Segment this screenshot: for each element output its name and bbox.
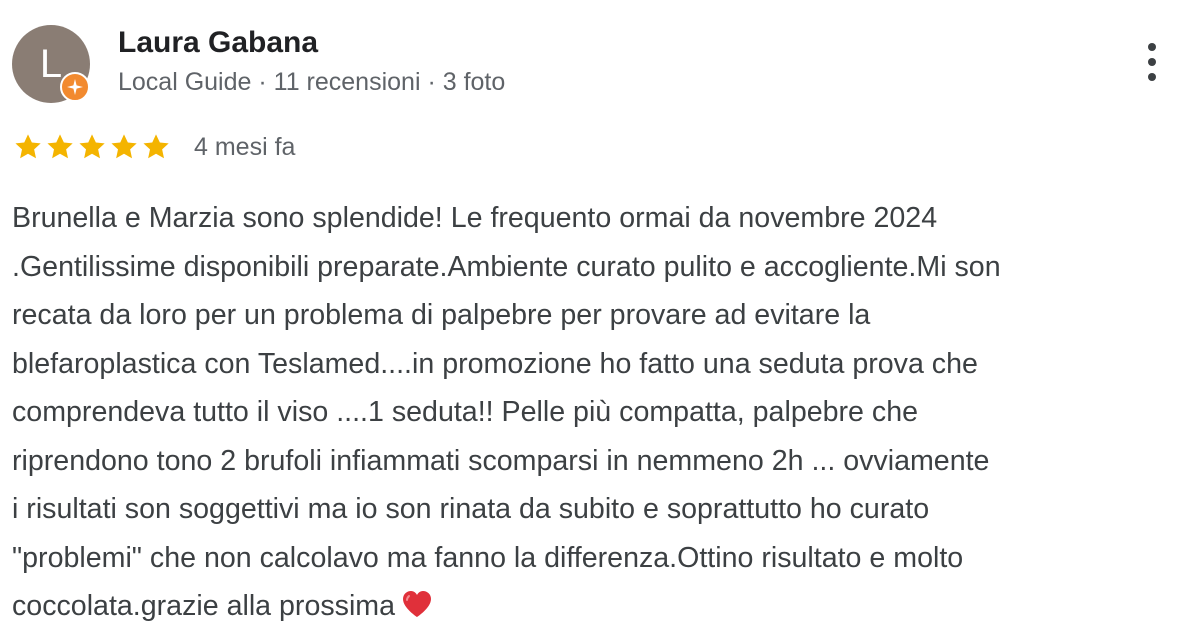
more-vert-icon: [1148, 43, 1156, 81]
reviewer-name[interactable]: Laura Gabana: [118, 26, 318, 60]
review-line: Brunella e Marzia sono splendide! Le fre…: [12, 202, 938, 234]
review-line: riprendono tono 2 brufoli infiammati sco…: [12, 444, 990, 477]
review-line-last: coccolata.grazie alla prossima: [12, 582, 1192, 630]
star-icon: [140, 131, 172, 163]
star-icon: [12, 131, 44, 163]
review-text: Brunella e Marzia sono splendide! Le fre…: [12, 194, 1192, 630]
star-icon: [44, 131, 76, 163]
review-line: recata da loro per un problema di palpeb…: [12, 299, 871, 331]
meta-separator: ·: [420, 68, 443, 96]
star-icon: [108, 131, 140, 163]
meta-separator: ·: [251, 68, 274, 96]
reviewer-review-count: 11 recensioni: [273, 68, 421, 96]
review-card: L Laura Gabana Local Guide · 11 recensio…: [0, 0, 1200, 630]
local-guide-icon: [60, 72, 90, 102]
star-icon: [76, 131, 108, 163]
review-line: "problemi" che non calcolavo ma fanno la…: [12, 541, 964, 574]
review-line: blefaroplastica con Teslamed....in promo…: [12, 347, 978, 380]
review-line: comprendeva tutto il viso ....1 seduta!!…: [12, 396, 918, 428]
review-line: coccolata.grazie alla prossima: [12, 590, 396, 622]
review-line: .Gentilissime disponibili preparate.Ambi…: [12, 250, 1001, 283]
reviewer-meta: Local Guide · 11 recensioni · 3 foto: [118, 68, 505, 97]
review-time: 4 mesi fa: [194, 132, 296, 161]
avatar-letter: L: [39, 42, 63, 86]
reviewer-role: Local Guide: [118, 68, 252, 96]
review-line: i risultati son soggettivi ma io son rin…: [12, 493, 930, 525]
star-rating: [12, 131, 172, 163]
red-heart-icon: [401, 589, 433, 619]
reviewer-photo-count: 3 foto: [442, 68, 506, 96]
rating-row: 4 mesi fa: [12, 128, 295, 166]
more-options-button[interactable]: [1136, 38, 1168, 86]
